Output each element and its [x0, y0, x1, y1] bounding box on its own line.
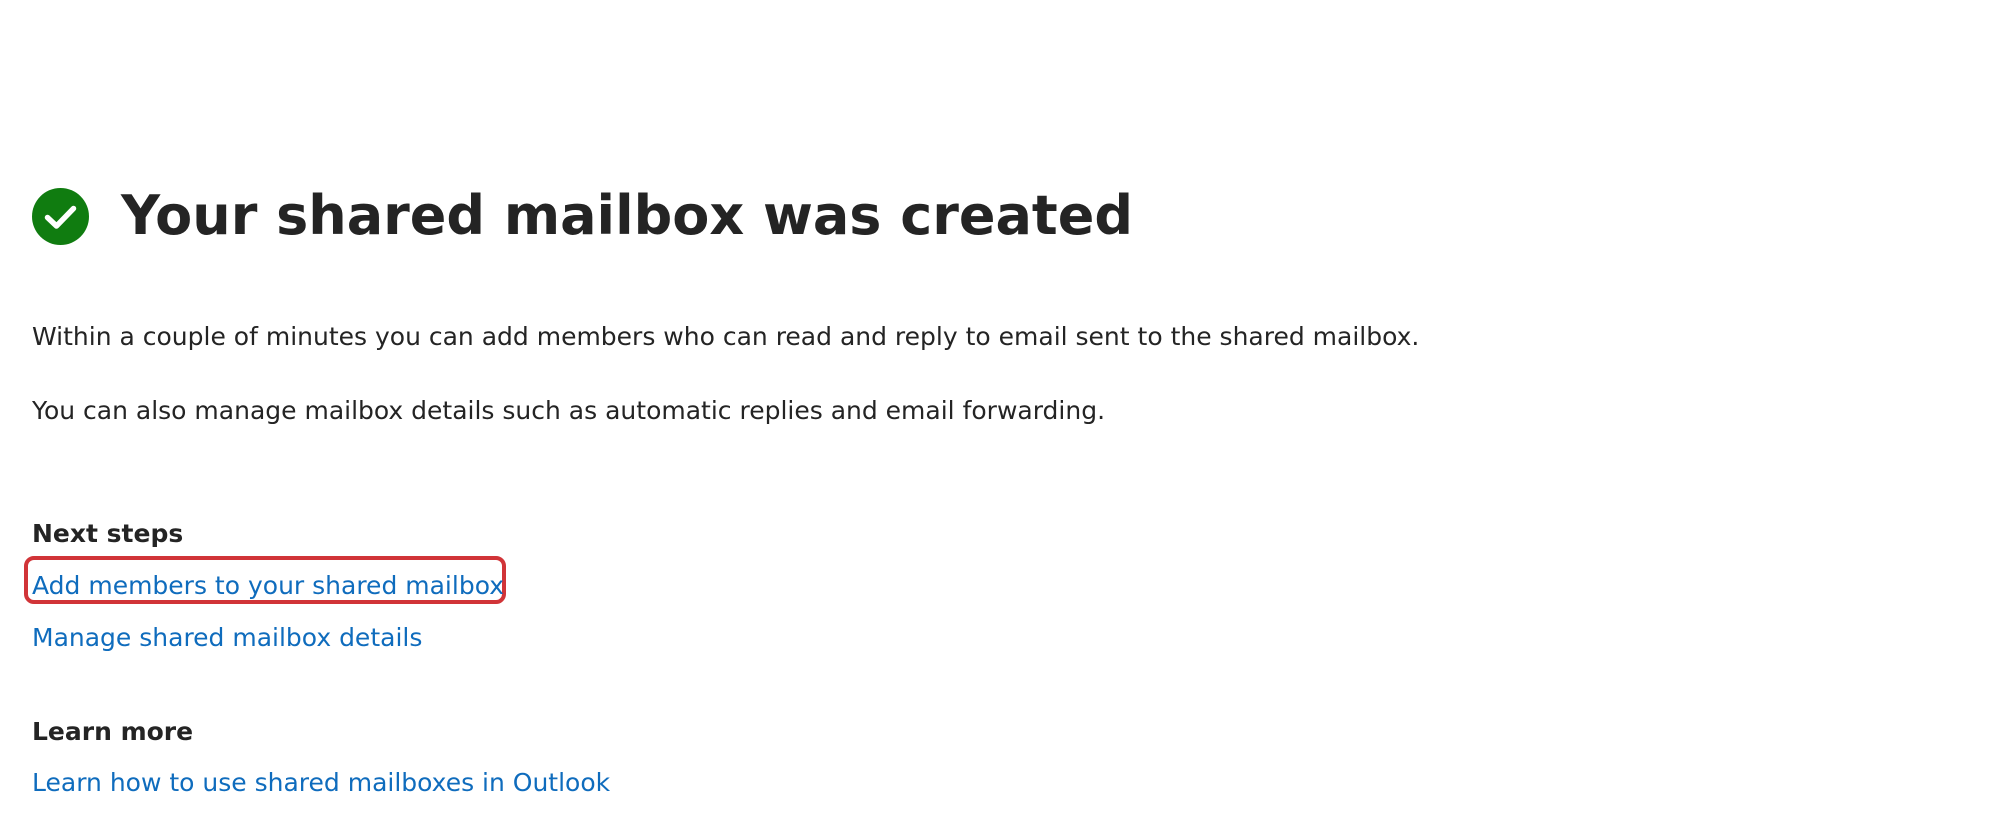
add-members-link[interactable]: Add members to your shared mailbox	[32, 569, 504, 603]
manage-mailbox-details-link[interactable]: Manage shared mailbox details	[32, 621, 422, 655]
learn-more-heading: Learn more	[32, 717, 194, 746]
learn-shared-mailboxes-link[interactable]: Learn how to use shared mailboxes in Out…	[32, 766, 610, 800]
page-title: Your shared mailbox was created	[121, 184, 1134, 247]
info-paragraph-manage: You can also manage mailbox details such…	[32, 396, 1106, 425]
info-paragraph-members: Within a couple of minutes you can add m…	[32, 322, 1420, 351]
next-steps-heading: Next steps	[32, 519, 184, 548]
header-row: Your shared mailbox was created	[32, 182, 1133, 250]
check-circle-icon	[32, 187, 89, 245]
success-page: Your shared mailbox was created Within a…	[0, 0, 2000, 840]
